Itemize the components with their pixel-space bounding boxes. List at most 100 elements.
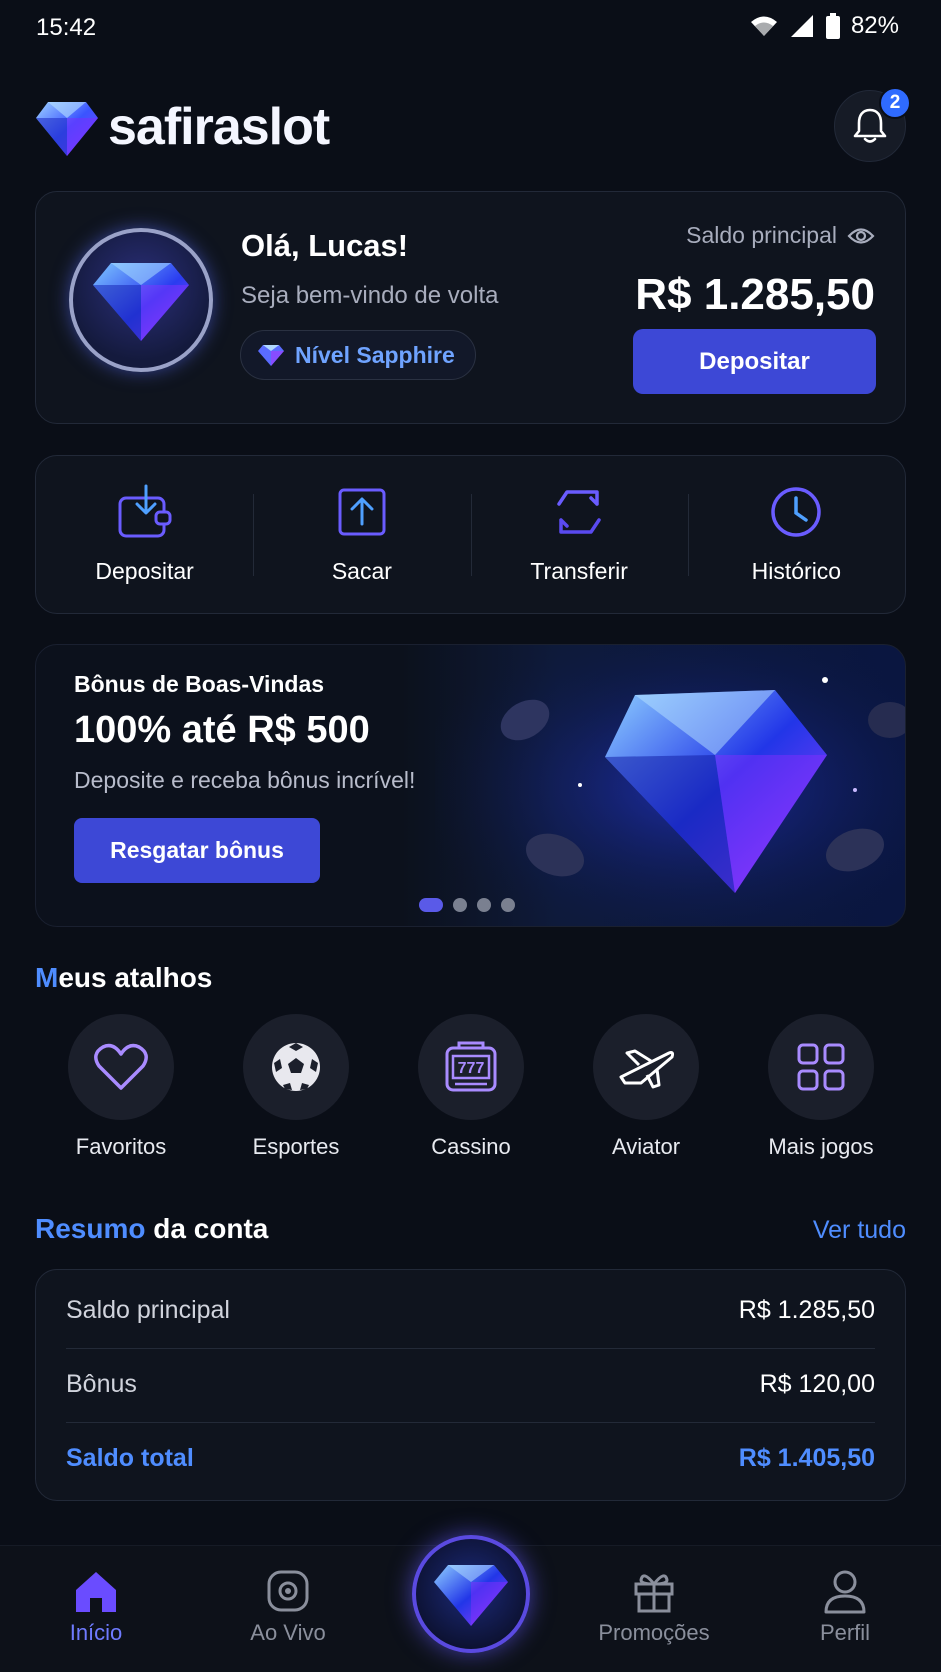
signal-icon <box>790 15 813 37</box>
summary-value: R$ 1.285,50 <box>738 1296 875 1324</box>
summary-label: Saldo total <box>66 1444 194 1472</box>
status-time: 15:42 <box>36 14 97 41</box>
carousel-dot[interactable] <box>477 898 491 912</box>
nav-live[interactable]: Ao Vivo <box>208 1568 368 1646</box>
shortcut-label: Esportes <box>252 1134 340 1159</box>
home-icon <box>76 1572 116 1612</box>
profile-card: Olá, Lucas! Seja bem-vindo de volta Níve… <box>35 191 906 424</box>
action-withdraw[interactable]: Sacar <box>253 456 470 613</box>
shortcuts-title-rest: eus atalhos <box>58 962 213 993</box>
quick-actions: Depositar Sacar Transferir Histórico <box>35 455 906 614</box>
summary-row-bonus: Bônus R$ 120,00 <box>66 1370 875 1399</box>
heart-icon <box>94 1043 148 1090</box>
battery-percent: 82% <box>850 12 899 39</box>
balance-label: Saldo principal <box>686 222 837 248</box>
banner-title: 100% até R$ 500 <box>74 709 370 751</box>
eye-icon[interactable] <box>847 226 875 246</box>
shortcut-aviator[interactable]: Aviator <box>571 1014 721 1160</box>
deposit-button[interactable]: Depositar <box>633 329 876 394</box>
summary-value: R$ 1.405,50 <box>738 1444 875 1472</box>
nav-label: Promoções <box>598 1620 710 1645</box>
banner-kicker: Bônus de Boas-Vindas <box>74 671 325 697</box>
shortcut-circle <box>593 1014 699 1120</box>
shortcut-circle: 777 <box>418 1014 524 1120</box>
shortcuts-title-accent: M <box>35 962 59 993</box>
airplane-icon <box>619 1049 675 1089</box>
shortcut-label: Favoritos <box>75 1134 167 1159</box>
clock-icon <box>771 487 822 537</box>
gift-icon <box>634 1574 674 1613</box>
action-label: Transferir <box>530 558 628 584</box>
avatar[interactable] <box>69 228 213 372</box>
summary-value: R$ 120,00 <box>759 1370 875 1398</box>
diamond-avatar-icon <box>93 263 189 341</box>
user-icon <box>824 1570 866 1614</box>
carousel-dots <box>419 898 515 912</box>
summary-title-rest: da conta <box>145 1213 269 1244</box>
action-label: Sacar <box>331 558 392 584</box>
action-label: Histórico <box>751 558 842 584</box>
view-all-link[interactable]: Ver tudo <box>813 1216 906 1245</box>
claim-bonus-button[interactable]: Resgatar bônus <box>74 818 320 883</box>
diamond-banner-art <box>435 645 905 926</box>
carousel-dot[interactable] <box>419 898 443 912</box>
carousel-dot[interactable] <box>453 898 467 912</box>
summary-title: Resumo da conta <box>35 1213 268 1245</box>
wallet-download-icon <box>118 484 172 538</box>
level-label: Nível Sapphire <box>295 341 455 368</box>
shortcut-label: Aviator <box>611 1134 681 1159</box>
summary-label: Saldo principal <box>66 1296 230 1324</box>
slot-machine-icon: 777 <box>445 1041 497 1092</box>
summary-row-total: Saldo total R$ 1.405,50 <box>66 1444 875 1473</box>
shortcut-label: Mais jogos <box>768 1134 874 1159</box>
greeting: Olá, Lucas! <box>241 228 409 263</box>
shortcut-label: Cassino <box>431 1134 511 1159</box>
nav-label: Ao Vivo <box>250 1620 326 1645</box>
upload-icon <box>338 488 386 536</box>
nav-profile[interactable]: Perfil <box>765 1568 925 1646</box>
summary-row-main: Saldo principal R$ 1.285,50 <box>66 1296 875 1325</box>
app-logo[interactable]: safiraslot <box>34 96 330 158</box>
shortcuts-title: Meus atalhos <box>35 962 212 994</box>
shortcut-more-games[interactable]: Mais jogos <box>746 1014 896 1160</box>
nav-promotions[interactable]: Promoções <box>574 1568 734 1646</box>
center-play-button[interactable] <box>412 1535 530 1653</box>
shortcut-circle <box>243 1014 349 1120</box>
action-deposit[interactable]: Depositar <box>36 456 253 613</box>
shortcut-circle <box>68 1014 174 1120</box>
transfer-icon <box>557 490 601 534</box>
nav-home[interactable]: Início <box>16 1568 176 1646</box>
soccer-ball-icon <box>272 1043 320 1091</box>
shortcut-favorites[interactable]: Favoritos <box>46 1014 196 1160</box>
balance-label-row: Saldo principal <box>686 222 875 249</box>
status-icons: 82% <box>749 12 899 40</box>
level-badge[interactable]: Nível Sapphire <box>240 330 476 380</box>
action-label: Depositar <box>95 558 194 584</box>
nav-label: Perfil <box>819 1620 871 1645</box>
shortcut-casino[interactable]: 777 Cassino <box>396 1014 546 1160</box>
summary-label: Bônus <box>66 1370 137 1398</box>
sapphire-gem-icon <box>258 345 284 366</box>
shortcut-sports[interactable]: Esportes <box>221 1014 371 1160</box>
action-transfer[interactable]: Transferir <box>470 456 688 613</box>
svg-text:777: 777 <box>458 1060 485 1077</box>
divider <box>66 1348 875 1349</box>
banner-subtitle: Deposite e receba bônus incrível! <box>74 767 416 793</box>
carousel-dot[interactable] <box>501 898 515 912</box>
divider <box>66 1422 875 1423</box>
logo-text: safiraslot <box>108 98 330 156</box>
welcome-text: Seja bem-vindo de volta <box>241 282 499 309</box>
grid-icon <box>797 1043 845 1091</box>
diamond-logo-icon <box>36 102 98 156</box>
battery-icon <box>825 13 840 39</box>
shortcut-circle <box>768 1014 874 1120</box>
live-camera-icon <box>267 1570 309 1612</box>
shortcuts-row: Favoritos Esportes 777 Cassino Aviator M… <box>46 1014 896 1160</box>
diamond-center-icon <box>434 1565 508 1626</box>
summary-title-accent: Resumo <box>35 1213 146 1244</box>
notifications-button[interactable]: 2 <box>834 87 911 162</box>
promo-banner[interactable]: Bônus de Boas-Vindas 100% até R$ 500 Dep… <box>35 644 906 927</box>
nav-label: Início <box>69 1620 123 1645</box>
action-history[interactable]: Histórico <box>687 456 905 613</box>
wifi-icon <box>750 16 777 36</box>
